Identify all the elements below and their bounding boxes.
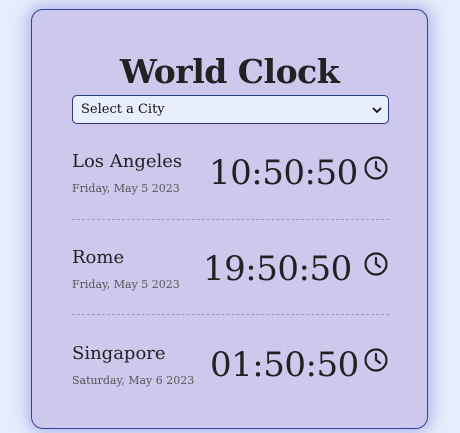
- divider: [72, 219, 389, 220]
- city-date: Saturday, May 6 2023: [72, 374, 195, 387]
- city-date: Friday, May 5 2023: [72, 278, 180, 291]
- city-time: 10:50:50: [209, 153, 358, 193]
- city-name: Rome: [72, 247, 125, 268]
- clock-icon: [364, 156, 388, 180]
- divider: [72, 314, 389, 315]
- city-name: Singapore: [72, 343, 166, 364]
- clock-row-rome: Rome Friday, May 5 2023 19:50:50: [72, 247, 389, 337]
- clock-icon: [364, 348, 388, 372]
- world-clock-card: World Clock Select a City Los Angeles Fr…: [31, 9, 428, 429]
- city-date: Friday, May 5 2023: [72, 182, 180, 195]
- city-time: 19:50:50: [203, 249, 352, 289]
- city-select[interactable]: Select a City: [72, 95, 389, 124]
- clock-icon: [364, 252, 388, 276]
- city-name: Los Angeles: [72, 151, 183, 172]
- clock-row-singapore: Singapore Saturday, May 6 2023 01:50:50: [72, 343, 389, 433]
- page-title: World Clock: [119, 52, 340, 91]
- chevron-down-icon: [372, 107, 382, 114]
- clock-row-los-angeles: Los Angeles Friday, May 5 2023 10:50:50: [72, 151, 389, 241]
- city-select-value: Select a City: [81, 102, 165, 117]
- city-time: 01:50:50: [210, 345, 359, 385]
